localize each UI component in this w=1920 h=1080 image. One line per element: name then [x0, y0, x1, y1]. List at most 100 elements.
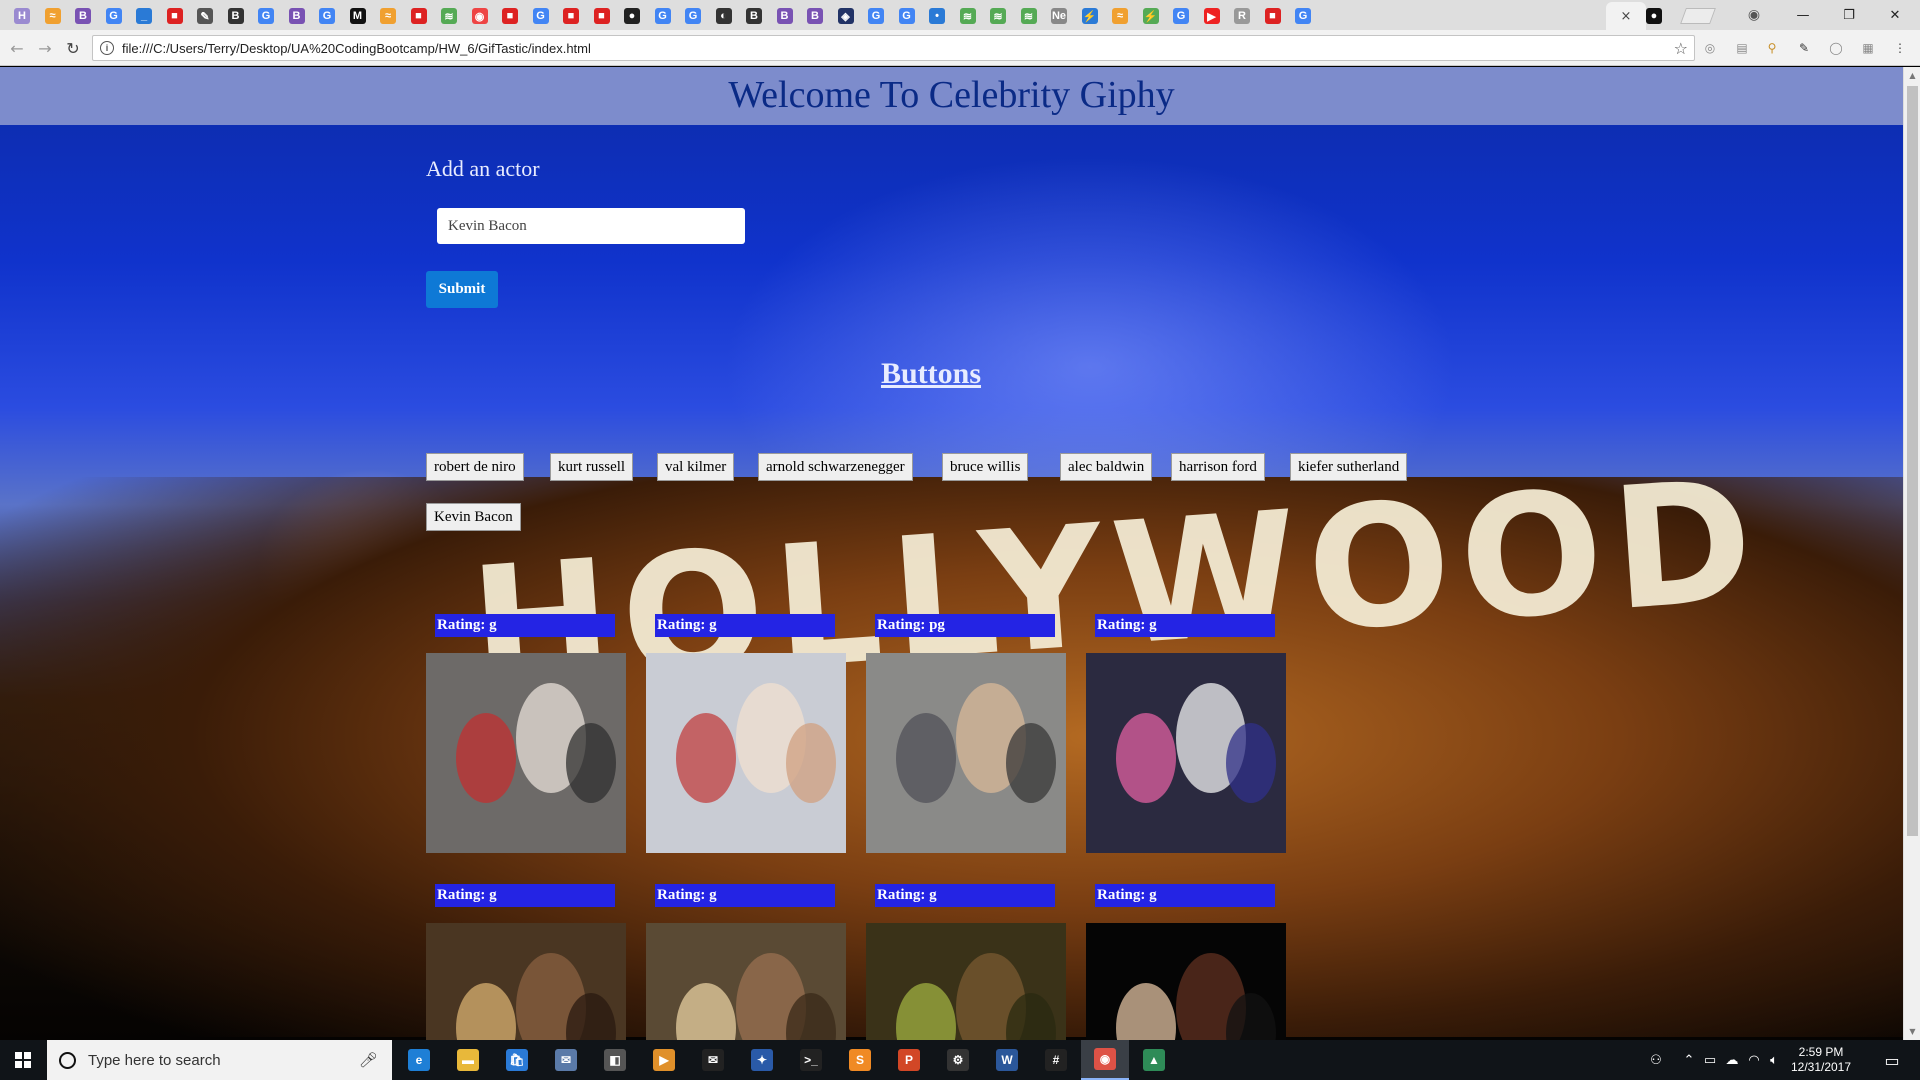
- browser-tab[interactable]: ◐: [710, 2, 738, 30]
- battery-icon[interactable]: ▭: [1700, 1040, 1720, 1080]
- scroll-up-arrow-icon[interactable]: ▲: [1904, 67, 1920, 84]
- close-tab-icon[interactable]: ×: [1621, 9, 1632, 24]
- gif-image[interactable]: [646, 923, 846, 1040]
- browser-tab[interactable]: G: [252, 2, 280, 30]
- taskbar-app-chrome[interactable]: ◉: [1081, 1040, 1129, 1080]
- browser-tab[interactable]: ≋: [435, 2, 463, 30]
- gif-image[interactable]: [866, 653, 1066, 853]
- browser-tab[interactable]: ●: [1640, 2, 1668, 30]
- volume-icon[interactable]: 🔈︎: [1764, 1040, 1784, 1080]
- vertical-scrollbar[interactable]: ▲ ▼: [1903, 67, 1920, 1040]
- bookmark-star-icon[interactable]: ☆: [1674, 39, 1688, 58]
- browser-tab[interactable]: •: [923, 2, 951, 30]
- actor-button[interactable]: robert de niro: [426, 453, 524, 481]
- browser-tab[interactable]: ■: [557, 2, 585, 30]
- forward-icon[interactable]: →: [32, 36, 58, 60]
- system-clock[interactable]: 2:59 PM 12/31/2017: [1786, 1045, 1856, 1075]
- browser-tab[interactable]: ▶: [1198, 2, 1226, 30]
- browser-tab[interactable]: G: [313, 2, 341, 30]
- new-tab-button[interactable]: [1680, 8, 1716, 24]
- reload-icon[interactable]: ↻: [60, 36, 86, 60]
- onedrive-icon[interactable]: ☁: [1722, 1040, 1742, 1080]
- browser-tab[interactable]: ⚡: [1076, 2, 1104, 30]
- browser-tab[interactable]: B: [283, 2, 311, 30]
- gif-image[interactable]: [866, 923, 1066, 1040]
- taskbar-app-powerpoint[interactable]: P: [885, 1040, 933, 1080]
- browser-tab[interactable]: ■: [588, 2, 616, 30]
- minimize-button[interactable]: —: [1780, 0, 1826, 30]
- browser-tab[interactable]: G: [1289, 2, 1317, 30]
- browser-tab[interactable]: ⚡: [1137, 2, 1165, 30]
- url-text[interactable]: file:///C:/Users/Terry/Desktop/UA%20Codi…: [122, 41, 1674, 56]
- browser-tab[interactable]: H: [8, 2, 36, 30]
- actor-input[interactable]: [437, 208, 745, 244]
- browser-tab[interactable]: ≋: [984, 2, 1012, 30]
- close-window-button[interactable]: ✕: [1872, 0, 1918, 30]
- taskbar-app-file-explorer[interactable]: ▬: [444, 1040, 492, 1080]
- info-icon[interactable]: i: [100, 41, 114, 55]
- gif-image[interactable]: [1086, 653, 1286, 853]
- address-bar[interactable]: i file:///C:/Users/Terry/Desktop/UA%20Co…: [92, 35, 1695, 61]
- actor-button[interactable]: Kevin Bacon: [426, 503, 521, 531]
- browser-tab[interactable]: R: [1228, 2, 1256, 30]
- browser-tab[interactable]: ≈: [1106, 2, 1134, 30]
- extension-icon[interactable]: ◯: [1828, 40, 1844, 56]
- browser-tab[interactable]: M: [344, 2, 372, 30]
- taskbar-app-edge[interactable]: e: [395, 1040, 443, 1080]
- browser-tab[interactable]: ◉: [466, 2, 494, 30]
- taskbar-app-mail[interactable]: ✉: [689, 1040, 737, 1080]
- browser-tab[interactable]: ≋: [1015, 2, 1043, 30]
- scrollbar-thumb[interactable]: [1907, 86, 1918, 836]
- gif-image[interactable]: [426, 653, 626, 853]
- taskbar-app-app-badge[interactable]: ✉: [542, 1040, 590, 1080]
- gif-image[interactable]: [426, 923, 626, 1040]
- start-button[interactable]: [0, 1040, 46, 1080]
- extension-icon[interactable]: ✎: [1796, 40, 1812, 56]
- actor-button[interactable]: val kilmer: [657, 453, 735, 481]
- actor-button[interactable]: kiefer sutherland: [1290, 453, 1408, 481]
- browser-tab[interactable]: Ne: [1045, 2, 1073, 30]
- taskbar-app-terminal[interactable]: >_: [787, 1040, 835, 1080]
- actor-button[interactable]: bruce willis: [942, 453, 1029, 481]
- browser-tab[interactable]: ■: [161, 2, 189, 30]
- browser-tab[interactable]: ■: [496, 2, 524, 30]
- actor-button[interactable]: kurt russell: [550, 453, 634, 481]
- browser-tab[interactable]: ✎: [191, 2, 219, 30]
- actor-button[interactable]: arnold schwarzenegger: [758, 453, 913, 481]
- browser-tab[interactable]: ●: [618, 2, 646, 30]
- microphone-icon[interactable]: 🎤︎: [359, 1051, 378, 1069]
- browser-tab[interactable]: G: [893, 2, 921, 30]
- actor-button[interactable]: harrison ford: [1171, 453, 1265, 481]
- extension-icon[interactable]: ▦: [1860, 40, 1876, 56]
- taskbar-app-media[interactable]: ▶: [640, 1040, 688, 1080]
- browser-tab[interactable]: B: [740, 2, 768, 30]
- gif-image[interactable]: [646, 653, 846, 853]
- browser-tab[interactable]: ◈: [832, 2, 860, 30]
- browser-tab[interactable]: G: [1167, 2, 1195, 30]
- show-hidden-icons-icon[interactable]: ⌃: [1680, 1040, 1698, 1080]
- menu-icon[interactable]: ⋮: [1892, 40, 1908, 56]
- browser-tab[interactable]: B: [771, 2, 799, 30]
- browser-tab[interactable]: G: [862, 2, 890, 30]
- taskbar-app-settings[interactable]: ⚙: [934, 1040, 982, 1080]
- browser-tab[interactable]: G: [649, 2, 677, 30]
- actor-button[interactable]: alec baldwin: [1060, 453, 1153, 481]
- taskbar-app-slack[interactable]: #: [1032, 1040, 1080, 1080]
- taskbar-app-app-green[interactable]: ▲: [1130, 1040, 1178, 1080]
- maximize-button[interactable]: ❐: [1826, 0, 1872, 30]
- taskbar-app-app-blue[interactable]: ✦: [738, 1040, 786, 1080]
- browser-tab[interactable]: G: [679, 2, 707, 30]
- taskbar-app-app-dark[interactable]: ◧: [591, 1040, 639, 1080]
- wifi-icon[interactable]: ◠: [1744, 1040, 1764, 1080]
- taskbar-app-sublime[interactable]: S: [836, 1040, 884, 1080]
- browser-tab[interactable]: B: [222, 2, 250, 30]
- browser-tab[interactable]: ≈: [374, 2, 402, 30]
- browser-tab[interactable]: ■: [1259, 2, 1287, 30]
- submit-button[interactable]: Submit: [426, 271, 498, 308]
- gif-image[interactable]: [1086, 923, 1286, 1040]
- browser-tab[interactable]: ≈: [39, 2, 67, 30]
- extension-icon[interactable]: ◎: [1702, 40, 1718, 56]
- action-center-icon[interactable]: ▭: [1872, 1040, 1912, 1080]
- extension-icon[interactable]: ▤: [1734, 40, 1750, 56]
- people-icon[interactable]: ⚇: [1644, 1040, 1668, 1080]
